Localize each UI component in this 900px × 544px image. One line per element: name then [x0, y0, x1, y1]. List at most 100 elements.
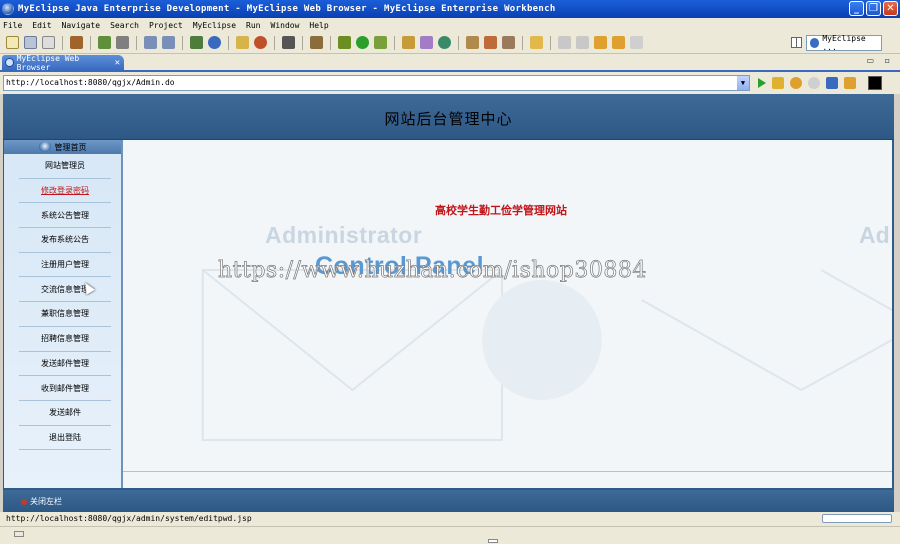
bookmark-icon[interactable]: [772, 77, 784, 89]
sidebar-header[interactable]: 管理首页: [4, 140, 121, 154]
menu-search[interactable]: Search: [110, 21, 139, 30]
window-title: MyEclipse Java Enterprise Development - …: [18, 4, 556, 14]
address-row: http://localhost:8080/qgjx/Admin.do ▼: [0, 70, 900, 94]
myeclipse-perspective-icon: [810, 38, 820, 48]
sidebar-item-announcement-manage[interactable]: 系统公告管理: [19, 203, 111, 229]
menu-run[interactable]: Run: [246, 21, 260, 30]
toolbar-separator: [330, 35, 331, 50]
toolbar-separator: [550, 35, 551, 50]
package-icon[interactable]: [70, 36, 83, 49]
sidebar-item-send-mail[interactable]: 发送邮件: [19, 401, 111, 426]
close-sidebar-link[interactable]: 关闭左栏: [21, 496, 62, 507]
menu-myeclipse[interactable]: MyEclipse: [193, 21, 236, 30]
server-icon[interactable]: [116, 36, 129, 49]
browser-icon[interactable]: [208, 36, 221, 49]
open-perspective-icon[interactable]: [791, 37, 802, 48]
url-input[interactable]: http://localhost:8080/qgjx/Admin.do ▼: [3, 75, 750, 91]
go-icon[interactable]: [758, 78, 766, 88]
open-folder-icon[interactable]: [236, 36, 249, 49]
sidebar-item-message-manage[interactable]: 交流信息管理: [19, 277, 111, 303]
url-dropdown-icon[interactable]: ▼: [737, 76, 749, 90]
browser-viewport: 网站后台管理中心 管理首页 网站管理员 修改登录密码 系统公告管理 发布系统公告…: [3, 94, 894, 512]
administrator-watermark: Administrator: [265, 222, 423, 248]
wizard-icon[interactable]: [144, 36, 157, 49]
refresh-page-icon[interactable]: [844, 77, 856, 89]
sidebar-item-change-password[interactable]: 修改登录密码: [19, 179, 111, 204]
toolbar-separator: [228, 35, 229, 50]
menu-help[interactable]: Help: [309, 21, 328, 30]
window-controls: _ ❐ ✕: [849, 1, 898, 16]
open-task-icon[interactable]: [484, 36, 497, 49]
menu-project[interactable]: Project: [149, 21, 183, 30]
browser-nav-buttons: [758, 76, 882, 90]
fast-view-icon[interactable]: [14, 531, 24, 537]
close-window-button[interactable]: ✕: [883, 1, 898, 16]
perspective-switcher[interactable]: MyEclipse ...: [806, 34, 882, 52]
forward-icon[interactable]: [808, 77, 820, 89]
sidebar-menu: 网站管理员 修改登录密码 系统公告管理 发布系统公告 注册用户管理 交流信息管理…: [19, 154, 111, 451]
open-resource-icon[interactable]: [502, 36, 515, 49]
close-tab-icon[interactable]: ✕: [115, 58, 120, 68]
site-header: 网站后台管理中心: [3, 94, 894, 140]
next-annotation-icon[interactable]: [558, 36, 571, 49]
deploy-icon[interactable]: [98, 36, 111, 49]
run-icon[interactable]: [356, 36, 369, 49]
tab-web-browser[interactable]: MyEclipse Web Browser ✕: [2, 54, 124, 72]
save-icon[interactable]: [24, 36, 37, 49]
page-title: 网站后台管理中心: [384, 110, 513, 128]
stop-icon[interactable]: [826, 77, 838, 89]
close-sidebar-label: 关闭左栏: [30, 497, 62, 506]
site-footer: 关闭左栏: [3, 490, 894, 512]
hierarchy-icon[interactable]: [190, 36, 203, 49]
window-titlebar: MyEclipse Java Enterprise Development - …: [0, 0, 900, 18]
debug-icon[interactable]: [338, 36, 351, 49]
back-icon[interactable]: [790, 77, 802, 89]
forward-history-icon[interactable]: [612, 36, 625, 49]
prev-annotation-icon[interactable]: [576, 36, 589, 49]
administrator-watermark-clipped: Ad: [859, 222, 890, 248]
new-icon[interactable]: [6, 36, 19, 49]
new-package-icon[interactable]: [420, 36, 433, 49]
minimize-button[interactable]: _: [849, 1, 864, 16]
resize-handle[interactable]: [488, 539, 498, 543]
open-type-icon[interactable]: [466, 36, 479, 49]
close-dot-icon: [21, 498, 27, 505]
menu-edit[interactable]: Edit: [32, 21, 51, 30]
status-progress-bar: [822, 514, 892, 523]
new-class-icon[interactable]: [402, 36, 415, 49]
tools-icon[interactable]: [310, 36, 323, 49]
sidebar-item-user-manage[interactable]: 注册用户管理: [19, 253, 111, 278]
menu-file[interactable]: File: [3, 21, 22, 30]
console-icon[interactable]: [282, 36, 295, 49]
view-controls[interactable]: ▭ ▫: [866, 56, 894, 65]
menu-navigate[interactable]: Navigate: [62, 21, 101, 30]
sidebar-header-label: 管理首页: [54, 142, 87, 152]
sidebar-item-recruit-manage[interactable]: 招聘信息管理: [19, 327, 111, 352]
menu-window[interactable]: Window: [271, 21, 300, 30]
sidebar-item-logout[interactable]: 退出登陆: [19, 426, 111, 451]
site-name-heading: 高校学生勤工俭学管理网站: [435, 204, 567, 217]
forward-disabled-icon[interactable]: [630, 36, 643, 49]
back-history-icon[interactable]: [594, 36, 607, 49]
wizard2-icon[interactable]: [162, 36, 175, 49]
source-view-icon[interactable]: [868, 76, 882, 90]
refresh-icon[interactable]: [254, 36, 267, 49]
envelope-background-graphic: [201, 269, 892, 441]
main-content: Administrator Ad Control Panel 高校学生勤工俭学管…: [121, 140, 892, 488]
external-tools-icon[interactable]: [374, 36, 387, 49]
toolbar-separator: [62, 35, 63, 50]
toolbar-separator: [274, 35, 275, 50]
maximize-button[interactable]: ❐: [866, 1, 881, 16]
sidebar-item-sent-mail-manage[interactable]: 发送邮件管理: [19, 352, 111, 377]
sidebar-item-received-mail-manage[interactable]: 收到邮件管理: [19, 376, 111, 401]
eclipse-app-icon: [2, 3, 14, 15]
print-icon[interactable]: [42, 36, 55, 49]
admin-sidebar: 管理首页 网站管理员 修改登录密码 系统公告管理 发布系统公告 注册用户管理 交…: [4, 140, 121, 488]
perspective-label: MyEclipse ...: [822, 34, 866, 52]
sidebar-item-announcement-post[interactable]: 发布系统公告: [19, 228, 111, 253]
workbench-bottom-bar: [0, 526, 900, 544]
sidebar-item-admin[interactable]: 网站管理员: [19, 154, 111, 179]
new-interface-icon[interactable]: [438, 36, 451, 49]
sidebar-item-parttime-manage[interactable]: 兼职信息管理: [19, 302, 111, 327]
search-icon[interactable]: [530, 36, 543, 49]
